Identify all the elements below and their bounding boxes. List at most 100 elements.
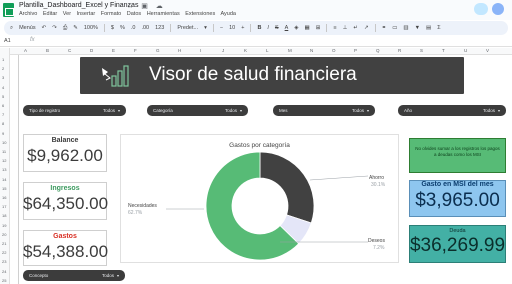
- strikethrough-button[interactable]: S: [275, 25, 279, 31]
- font-size-decrease-icon[interactable]: −: [220, 25, 223, 31]
- chevron-down-icon[interactable]: ▾: [204, 25, 207, 31]
- row-header[interactable]: 19: [2, 223, 6, 228]
- decrease-decimal-button[interactable]: .0: [131, 25, 136, 31]
- column-header[interactable]: K: [244, 48, 247, 53]
- row-header[interactable]: 4: [2, 85, 4, 90]
- column-header[interactable]: F: [134, 48, 137, 53]
- row-header[interactable]: 13: [2, 167, 6, 172]
- print-icon[interactable]: ⎙: [63, 25, 67, 32]
- column-header[interactable]: M: [288, 48, 292, 53]
- row-header[interactable]: 24: [2, 269, 6, 274]
- row-header[interactable]: 6: [2, 103, 4, 108]
- row-header[interactable]: 11: [2, 149, 6, 154]
- font-size-increase-icon[interactable]: +: [241, 25, 244, 31]
- number-format-button[interactable]: 123: [155, 25, 164, 31]
- column-header[interactable]: R: [398, 48, 401, 53]
- borders-icon[interactable]: ▦: [305, 25, 310, 31]
- menu-ver[interactable]: Ver: [63, 11, 71, 17]
- fill-color-icon[interactable]: ◈: [294, 25, 298, 31]
- row-header[interactable]: 22: [2, 250, 6, 255]
- row-header[interactable]: 1: [2, 57, 4, 62]
- rotate-icon[interactable]: ↗: [364, 25, 369, 31]
- column-header[interactable]: E: [112, 48, 115, 53]
- document-title[interactable]: Plantilla_Dashboard_Excel y Finanzas: [19, 2, 138, 9]
- menu-insertar[interactable]: Insertar: [77, 11, 96, 17]
- row-header[interactable]: 17: [2, 204, 6, 209]
- row-header[interactable]: 8: [2, 121, 4, 126]
- sheets-logo-icon[interactable]: [3, 3, 14, 17]
- row-header[interactable]: 5: [2, 94, 4, 99]
- avatar[interactable]: [492, 3, 504, 15]
- currency-button[interactable]: $: [111, 25, 114, 31]
- text-color-button[interactable]: A: [285, 25, 289, 31]
- undo-icon[interactable]: ↶: [42, 25, 47, 31]
- column-header[interactable]: T: [442, 48, 445, 53]
- column-header[interactable]: B: [46, 48, 49, 53]
- menu-extensiones[interactable]: Extensiones: [185, 11, 215, 17]
- row-header[interactable]: 2: [2, 66, 4, 71]
- formula-bar[interactable]: [0, 36, 512, 47]
- filter-tipo-registro[interactable]: Tipo de registro Todos ▾: [23, 105, 126, 116]
- column-header[interactable]: U: [464, 48, 467, 53]
- row-header[interactable]: 16: [2, 195, 6, 200]
- valign-icon[interactable]: ⊥: [343, 25, 348, 31]
- font-size-input[interactable]: 10: [229, 25, 235, 31]
- menu-editar[interactable]: Editar: [43, 11, 57, 17]
- filter-categoria[interactable]: Categoría Todos ▾: [147, 105, 248, 116]
- cell-reference[interactable]: A1: [4, 38, 11, 44]
- row-header[interactable]: 21: [2, 241, 6, 246]
- share-button[interactable]: [474, 3, 488, 15]
- filter-views-icon[interactable]: ▤: [426, 25, 431, 31]
- column-header[interactable]: L: [266, 48, 269, 53]
- font-select[interactable]: Predet...: [177, 25, 198, 31]
- filter-anio[interactable]: Año Todos ▾: [398, 105, 506, 116]
- column-header[interactable]: P: [354, 48, 357, 53]
- search-icon[interactable]: ⌕: [10, 25, 13, 32]
- row-header[interactable]: 14: [2, 177, 6, 182]
- row-header[interactable]: 20: [2, 232, 6, 237]
- percent-button[interactable]: %: [120, 25, 125, 31]
- column-header[interactable]: S: [420, 48, 423, 53]
- column-header[interactable]: H: [178, 48, 181, 53]
- row-header[interactable]: 18: [2, 213, 6, 218]
- bold-button[interactable]: B: [257, 25, 261, 31]
- column-header[interactable]: J: [222, 48, 224, 53]
- column-header[interactable]: G: [156, 48, 160, 53]
- column-header[interactable]: O: [332, 48, 336, 53]
- row-header[interactable]: 15: [2, 186, 6, 191]
- row-header[interactable]: 3: [2, 75, 4, 80]
- column-header[interactable]: A: [24, 48, 27, 53]
- row-header[interactable]: 10: [2, 140, 6, 145]
- menu-datos[interactable]: Datos: [127, 11, 141, 17]
- merge-cells-icon[interactable]: ⊞: [316, 25, 321, 31]
- star-icon[interactable]: ☆ ▣ ☁: [127, 2, 166, 10]
- comment-icon[interactable]: ▭: [392, 25, 397, 31]
- column-header[interactable]: C: [68, 48, 71, 53]
- frozen-column-divider[interactable]: [18, 55, 19, 284]
- column-header[interactable]: Q: [376, 48, 380, 53]
- filter-mes[interactable]: Mes Todos ▾: [273, 105, 375, 116]
- menu-formato[interactable]: Formato: [101, 11, 121, 17]
- paint-format-icon[interactable]: ✎: [73, 25, 78, 31]
- wrap-icon[interactable]: ↵: [353, 25, 358, 31]
- align-icon[interactable]: ≡: [333, 25, 336, 31]
- filter-concepto[interactable]: Concepto Todos ▾: [23, 270, 125, 281]
- zoom-select[interactable]: 100%: [84, 25, 98, 31]
- column-header[interactable]: D: [90, 48, 93, 53]
- italic-button[interactable]: I: [267, 25, 269, 31]
- functions-icon[interactable]: Σ: [437, 25, 440, 31]
- increase-decimal-button[interactable]: .00: [141, 25, 149, 31]
- row-header[interactable]: 23: [2, 259, 6, 264]
- menu-archivo[interactable]: Archivo: [19, 11, 37, 17]
- link-icon[interactable]: ⚭: [382, 25, 387, 31]
- redo-icon[interactable]: ↷: [52, 25, 57, 31]
- menu-herramientas[interactable]: Herramientas: [147, 11, 180, 17]
- menu-ayuda[interactable]: Ayuda: [220, 11, 236, 17]
- column-header[interactable]: I: [200, 48, 201, 53]
- row-header[interactable]: 12: [2, 158, 6, 163]
- chart-icon[interactable]: ▥: [403, 25, 408, 31]
- filter-icon[interactable]: ▼: [415, 25, 420, 31]
- column-header[interactable]: V: [486, 48, 489, 53]
- column-header[interactable]: N: [310, 48, 313, 53]
- row-header[interactable]: 9: [2, 131, 4, 136]
